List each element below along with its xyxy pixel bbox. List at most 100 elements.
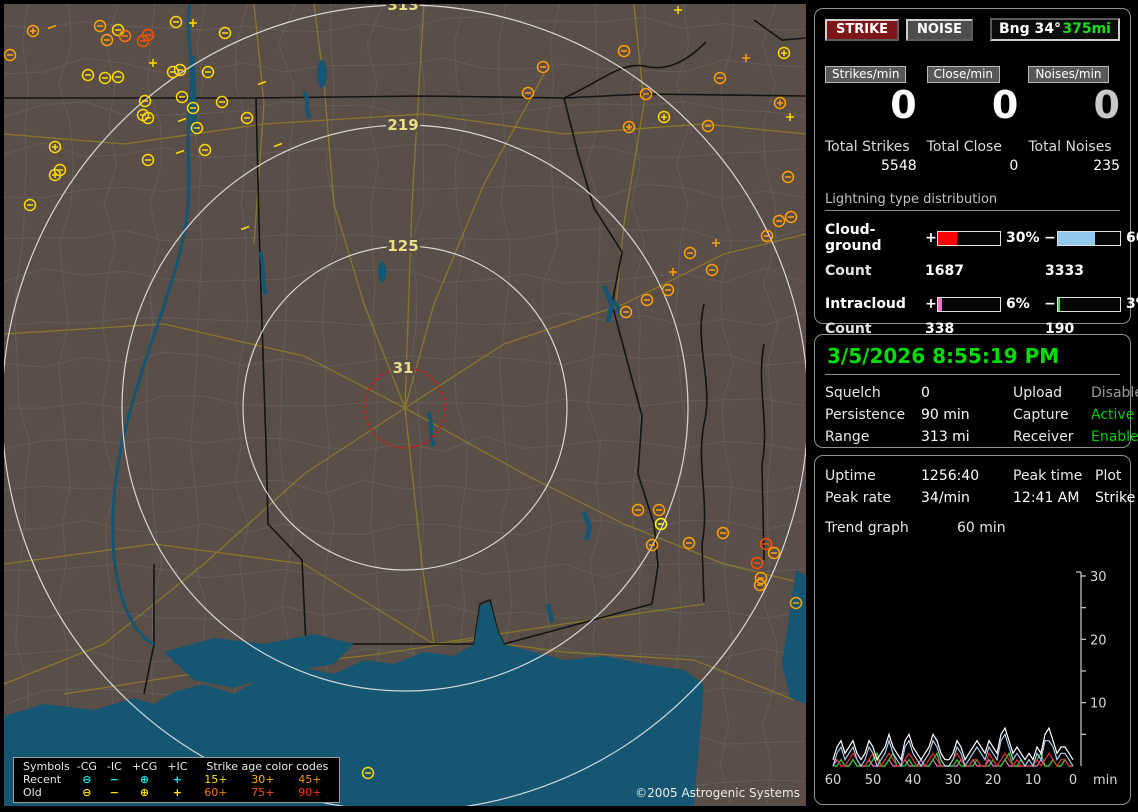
svg-text:40: 40 bbox=[905, 773, 922, 788]
legend-row-old: Old ⊖ − ⊕ +60+ 75+ 90+ bbox=[18, 786, 333, 799]
strike-button[interactable]: STRIKE bbox=[825, 18, 900, 41]
cg-positive-bar bbox=[937, 230, 1001, 246]
svg-text:30: 30 bbox=[1090, 570, 1107, 585]
copyright-text: ©2005 Astrogenic Systems bbox=[635, 786, 800, 800]
cg-positive-count: 1687 bbox=[925, 263, 964, 279]
svg-text:31: 31 bbox=[393, 359, 414, 377]
legend-symbol: ⊕ bbox=[139, 786, 150, 799]
minus-sign: − bbox=[1044, 230, 1056, 246]
uptime-grid: Uptime 1256:40 Peak time Plot Peak rate 34/mi… bbox=[825, 468, 1135, 506]
ic-negative-bar bbox=[1057, 296, 1121, 312]
svg-text:219: 219 bbox=[387, 116, 418, 134]
total-noises-label: Total Noises bbox=[1028, 139, 1112, 155]
status-label: Squelch bbox=[825, 385, 881, 401]
svg-text:20: 20 bbox=[985, 773, 1002, 788]
legend-row-recent: Recent ⊖ − ⊕ +15+ 30+ 45+ bbox=[18, 773, 333, 786]
bearing-value: Bng 34° bbox=[999, 21, 1062, 37]
strikes-per-min-header[interactable]: Strikes/min bbox=[825, 66, 907, 83]
svg-text:0: 0 bbox=[1069, 773, 1077, 788]
uptime-label: Uptime bbox=[825, 468, 876, 484]
status-value: 0 bbox=[921, 385, 930, 401]
cg-negative-count: 3333 bbox=[1045, 263, 1084, 279]
bearing-readout: Bng 34° 375mi bbox=[990, 18, 1120, 41]
uptime-col4: Strike bbox=[1095, 490, 1136, 506]
bearing-range-value: 375mi bbox=[1062, 21, 1111, 37]
status-grid: Squelch 0 Upload Disabled Persistence 90 min C… bbox=[825, 385, 1138, 445]
legend-age-value: 75+ bbox=[251, 786, 275, 799]
ic-positive-pct: 6% bbox=[1006, 296, 1030, 312]
uptime-col4: Plot bbox=[1095, 468, 1122, 484]
close-column: Close/min 0 Total Close 0 bbox=[926, 63, 1019, 174]
uptime-value: 34/min bbox=[921, 490, 970, 506]
svg-text:60: 60 bbox=[825, 773, 841, 788]
legend-symbol: + bbox=[172, 773, 182, 786]
total-close-label: Total Close bbox=[926, 139, 1002, 155]
status-label: Capture bbox=[1013, 407, 1069, 423]
map-canvas[interactable]: 313 219 125 31 bbox=[4, 4, 806, 806]
trend-chart: 10 20 30 60 50 40 30 20 10 0 min bbox=[825, 570, 1118, 788]
svg-text:min: min bbox=[1093, 773, 1118, 788]
uptime-col3: Peak time bbox=[1013, 468, 1083, 484]
svg-text:125: 125 bbox=[387, 237, 418, 255]
status-value: 90 min bbox=[921, 407, 970, 423]
total-strikes-label: Total Strikes bbox=[825, 139, 910, 155]
legend-age-value: 90+ bbox=[298, 786, 322, 799]
noises-per-min-value: 0 bbox=[1093, 83, 1120, 127]
strikes-column: Strikes/min 0 Total Strikes 5548 bbox=[825, 63, 917, 174]
ic-positive-bar bbox=[937, 296, 1001, 312]
status-value: Enabled bbox=[1091, 429, 1138, 445]
legend-age-value: 30+ bbox=[251, 773, 275, 786]
status-label: Upload bbox=[1013, 385, 1063, 401]
svg-text:20: 20 bbox=[1090, 633, 1107, 648]
uptime-label: Peak rate bbox=[825, 490, 892, 506]
legend-row-label: Recent bbox=[23, 773, 62, 786]
svg-text:30: 30 bbox=[945, 773, 962, 788]
cg-negative-pct: 60% bbox=[1126, 230, 1138, 246]
close-per-min-header[interactable]: Close/min bbox=[926, 66, 1001, 83]
legend-symbol: ⊖ bbox=[82, 786, 92, 799]
cloud-ground-counts: Count 1687 3333 bbox=[825, 263, 1120, 279]
legend-symbol: ⊕ bbox=[139, 773, 150, 786]
status-value: Disabled bbox=[1091, 385, 1138, 401]
legend-symbol: + bbox=[172, 786, 182, 799]
cloud-ground-row: Cloud-ground + 30% − 60% bbox=[825, 222, 1138, 254]
trend-graph-label: Trend graph bbox=[825, 520, 909, 536]
minus-sign: − bbox=[1044, 296, 1056, 312]
trend-window-value: 60 min bbox=[957, 520, 1006, 536]
intracloud-label: Intracloud bbox=[825, 296, 906, 312]
legend-col-ic-pos: +IC bbox=[167, 760, 188, 773]
legend-age-value: 15+ bbox=[204, 773, 228, 786]
cg-count-label: Count bbox=[825, 263, 872, 279]
total-strikes-value: 5548 bbox=[881, 158, 917, 174]
cloud-ground-label: Cloud-ground bbox=[825, 222, 882, 254]
map-legend: Symbols -CG -IC +CG +IC Strike age color… bbox=[13, 757, 341, 803]
status-value: 313 mi bbox=[921, 429, 970, 445]
trend-series-cg_negative bbox=[832, 732, 1074, 768]
legend-symbol: − bbox=[109, 786, 119, 799]
lightning-detector-app: 313 219 125 31 Symbols -CG -IC +CG +IC Stri… bbox=[0, 0, 1138, 812]
noises-per-min-header[interactable]: Noises/min bbox=[1028, 66, 1109, 83]
total-close-value: 0 bbox=[1009, 158, 1019, 174]
total-noises-value: 235 bbox=[1093, 158, 1120, 174]
legend-age-header: Strike age color codes bbox=[206, 760, 329, 773]
legend-symbols-header: Symbols bbox=[23, 760, 70, 773]
stats-panel: STRIKE NOISE Bng 34° 375mi Strikes/min 0… bbox=[814, 8, 1138, 337]
strike-map[interactable]: 313 219 125 31 Symbols -CG -IC +CG +IC Stri… bbox=[4, 4, 806, 806]
svg-text:10: 10 bbox=[1025, 773, 1042, 788]
legend-symbol: − bbox=[109, 773, 119, 786]
uptime-value: 1256:40 bbox=[921, 468, 980, 484]
legend-age-value: 45+ bbox=[298, 773, 322, 786]
svg-text:50: 50 bbox=[865, 773, 882, 788]
noise-button[interactable]: NOISE bbox=[906, 18, 974, 41]
svg-text:313: 313 bbox=[387, 4, 418, 14]
legend-age-value: 60+ bbox=[204, 786, 228, 799]
status-value: Active bbox=[1091, 407, 1135, 423]
cg-negative-bar bbox=[1057, 230, 1121, 246]
close-per-min-value: 0 bbox=[991, 83, 1019, 127]
trend-panel: Uptime 1256:40 Peak time Plot Peak rate 34/mi… bbox=[814, 455, 1135, 805]
plus-sign: + bbox=[925, 230, 937, 246]
status-label: Persistence bbox=[825, 407, 906, 423]
strikes-per-min-value: 0 bbox=[890, 83, 917, 127]
intracloud-row: Intracloud + 6% − 3% bbox=[825, 296, 1138, 312]
legend-row-label: Old bbox=[23, 786, 42, 799]
